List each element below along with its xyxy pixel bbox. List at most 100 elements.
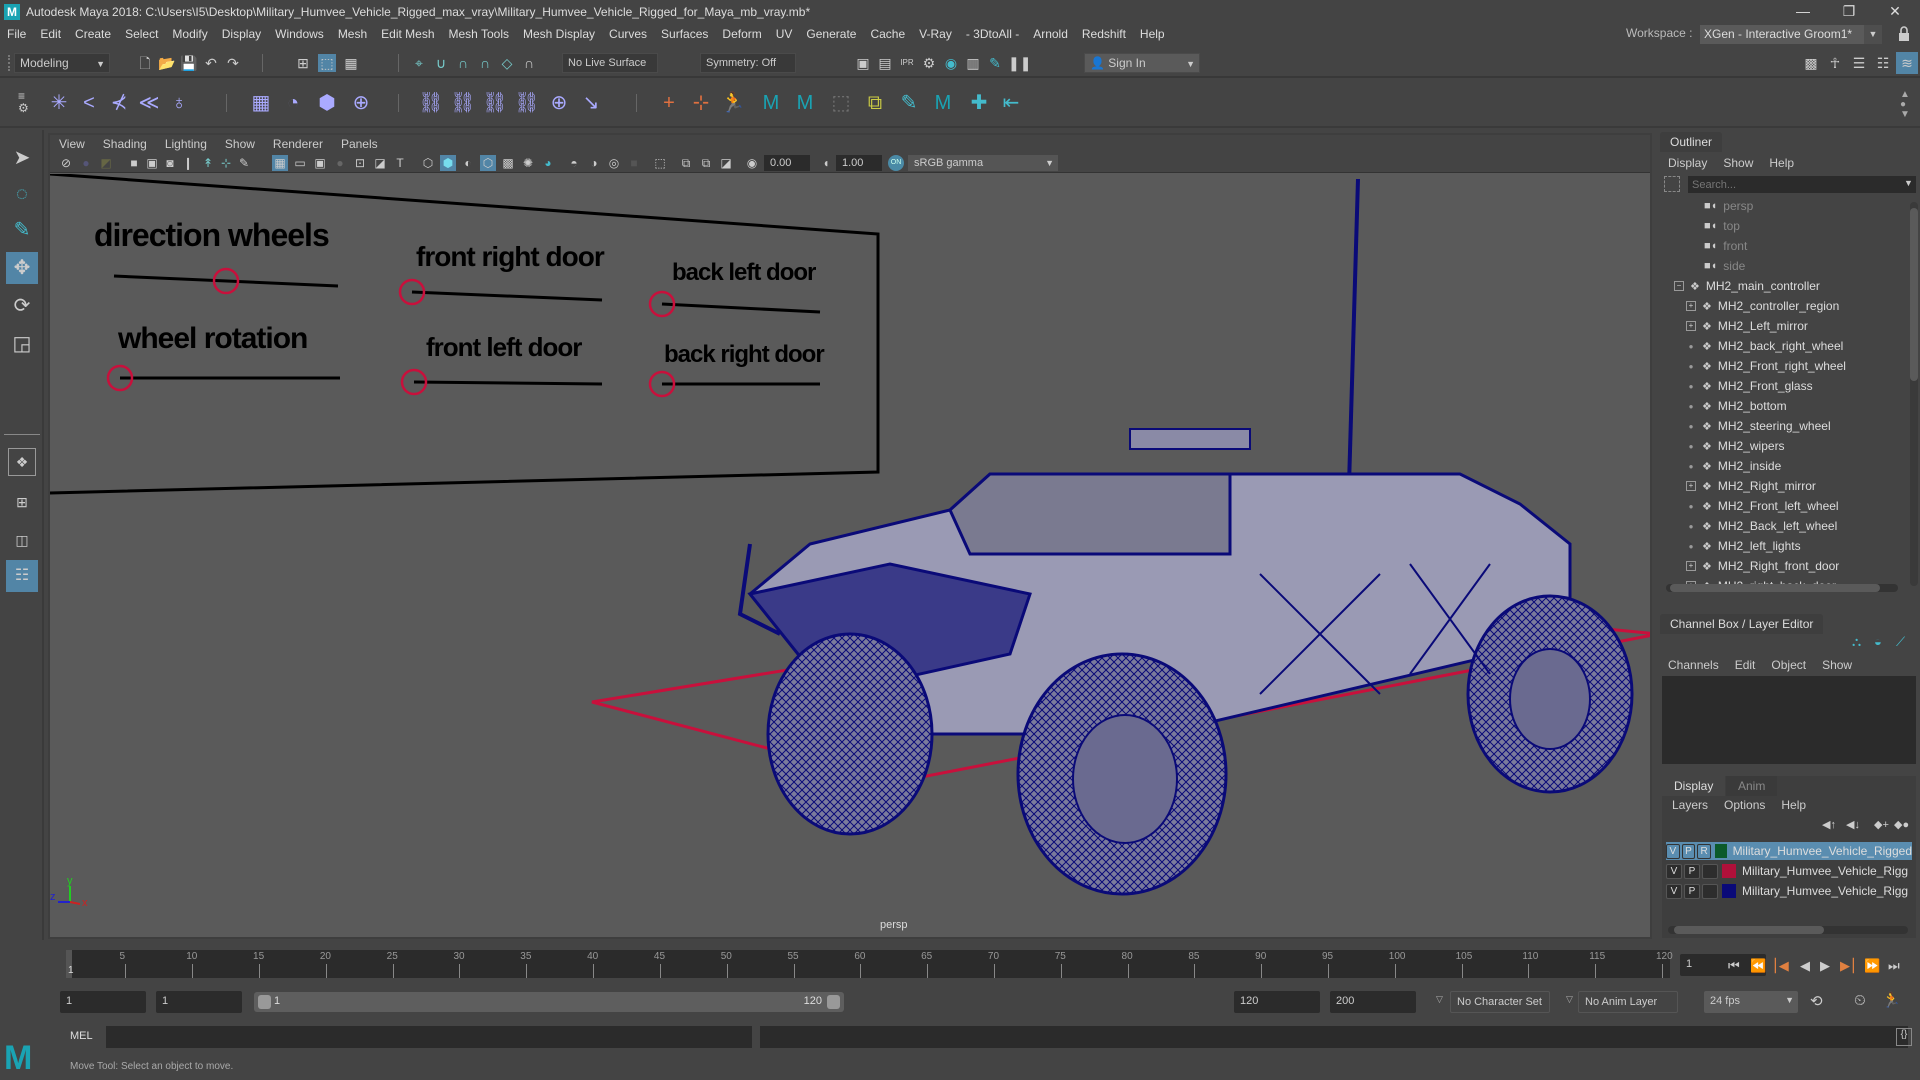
- quick-rig-icon[interactable]: ♁: [166, 90, 192, 116]
- paint-select-tool-icon[interactable]: ✎: [6, 214, 38, 246]
- rotate-tool-icon[interactable]: ⟳: [6, 290, 38, 322]
- menu-mesh-display[interactable]: Mesh Display: [516, 27, 602, 41]
- anim-layer-dropdown[interactable]: No Anim Layer: [1578, 991, 1678, 1013]
- viewport-menu-panels[interactable]: Panels: [332, 137, 387, 151]
- mel-command-input[interactable]: [106, 1026, 752, 1048]
- menu-cache[interactable]: Cache: [863, 27, 912, 41]
- rig-slider-control[interactable]: back left door: [648, 259, 821, 318]
- expand-icon[interactable]: +: [1686, 481, 1696, 491]
- outliner-menu-display[interactable]: Display: [1668, 156, 1707, 170]
- animation-preferences-icon[interactable]: 🏃: [1882, 991, 1901, 1009]
- viewport-menu-shading[interactable]: Shading: [94, 137, 156, 151]
- animation-start-field[interactable]: 1: [60, 991, 146, 1013]
- loop-icon[interactable]: ⟲: [1810, 992, 1823, 1010]
- outliner-tab[interactable]: Outliner: [1660, 132, 1723, 152]
- bookmark-icon[interactable]: ◩: [98, 155, 114, 171]
- menu-uv[interactable]: UV: [769, 27, 800, 41]
- menu-redshift[interactable]: Redshift: [1075, 27, 1133, 41]
- channel-box-menu-object[interactable]: Object: [1771, 658, 1806, 672]
- ik-spline-icon[interactable]: ⊀: [106, 90, 132, 116]
- persp-outliner-layout-icon[interactable]: ◫: [6, 524, 38, 556]
- lattice-icon[interactable]: ⬢: [314, 90, 340, 116]
- move-tool-icon[interactable]: ✥: [6, 252, 38, 284]
- snap-live-icon[interactable]: ∩: [520, 54, 538, 72]
- viewport-menu-lighting[interactable]: Lighting: [156, 137, 216, 151]
- render-frame-icon[interactable]: ▣: [854, 54, 872, 72]
- render-setup-icon[interactable]: ✎: [986, 54, 1004, 72]
- rig-slider-control[interactable]: back right door: [648, 341, 825, 398]
- sign-in-button[interactable]: 👤 Sign In ▼: [1084, 53, 1200, 73]
- layer-visibility-toggle[interactable]: V: [1666, 883, 1682, 899]
- channel-box-area[interactable]: [1662, 676, 1916, 764]
- layer-row[interactable]: V P R Military_Humvee_Vehicle_Rigged: [1666, 842, 1912, 860]
- bookmark-icon[interactable]: ❙: [180, 155, 196, 171]
- layer-reference-toggle[interactable]: [1702, 883, 1718, 899]
- menu-surfaces[interactable]: Surfaces: [654, 27, 715, 41]
- step-forward-key-icon[interactable]: ⏩: [1864, 958, 1880, 974]
- align-icon[interactable]: ⇤: [998, 90, 1024, 116]
- camera-icon[interactable]: ■: [126, 155, 142, 171]
- gamma-field[interactable]: 1.00: [836, 155, 882, 171]
- humvee-wireframe-model[interactable]: [737, 178, 1634, 896]
- bookmark-icon[interactable]: ✚: [966, 90, 992, 116]
- screen-space-ao-icon[interactable]: ◓: [566, 155, 582, 171]
- workspace-dropdown[interactable]: XGen - Interactive Groom1*: [1700, 25, 1882, 44]
- outliner-horizontal-scrollbar[interactable]: [1666, 584, 1898, 592]
- character-set-dropdown[interactable]: No Character Set: [1450, 991, 1550, 1013]
- time-slider-track[interactable]: 1 5 10 15 20 25 30 35 40 45 50 55 60 65 70 75 80 85 90 95 1…: [66, 950, 1673, 978]
- minimize-button[interactable]: —: [1780, 0, 1826, 23]
- outliner-item[interactable]: ● ❖ MH2_back_right_wheel: [1686, 336, 1844, 356]
- outliner-item[interactable]: + ❖ MH2_Right_front_door: [1686, 556, 1839, 576]
- tab-anim[interactable]: Anim: [1726, 776, 1778, 796]
- color-management-toggle[interactable]: ON: [888, 155, 904, 171]
- expand-icon[interactable]: +: [1686, 301, 1696, 311]
- single-perspective-layout-icon[interactable]: ❖: [8, 448, 36, 476]
- layer-playback-toggle[interactable]: P: [1684, 883, 1700, 899]
- play-backwards-icon[interactable]: ◀: [1800, 958, 1810, 974]
- modeling-toolkit-icon[interactable]: ▩: [1802, 54, 1820, 72]
- ipr-render-icon[interactable]: IPR: [898, 54, 916, 72]
- playback-end-field[interactable]: 120: [1234, 991, 1320, 1013]
- grid-icon[interactable]: ▦: [272, 155, 288, 171]
- camera-tumble-icon[interactable]: ◙: [162, 155, 178, 171]
- textured-icon[interactable]: ▩: [500, 155, 516, 171]
- step-forward-frame-icon[interactable]: ▶⎮: [1840, 958, 1857, 974]
- camera-attributes-icon[interactable]: ●: [78, 155, 94, 171]
- use-all-lights-icon[interactable]: ✺: [520, 155, 536, 171]
- field-chart-icon[interactable]: ⊡: [352, 155, 368, 171]
- menu-set-dropdown[interactable]: Modeling ▼: [14, 53, 110, 73]
- safe-title-icon[interactable]: T: [392, 155, 408, 171]
- scale-tool-icon[interactable]: ◲: [6, 328, 38, 360]
- isolate-select-icon[interactable]: ⬚: [652, 155, 668, 171]
- range-start-handle[interactable]: [258, 995, 271, 1009]
- channel-box-tab[interactable]: Channel Box / Layer Editor: [1660, 614, 1824, 634]
- human-ik-icon[interactable]: ☥: [1826, 54, 1844, 72]
- cluster-icon[interactable]: ⊕: [348, 90, 374, 116]
- menu-arnold[interactable]: Arnold: [1026, 27, 1075, 41]
- viewport-menu-show[interactable]: Show: [216, 137, 264, 151]
- script-editor-icon[interactable]: {}: [1896, 1028, 1912, 1046]
- outliner-item[interactable]: ● ❖ MH2_left_lights: [1686, 536, 1801, 556]
- xray-components-icon[interactable]: ◪: [718, 155, 734, 171]
- menu-help[interactable]: Help: [1133, 27, 1172, 41]
- outliner-item[interactable]: ● ❖ MH2_steering_wheel: [1686, 416, 1831, 436]
- go-to-end-icon[interactable]: ⏭: [1888, 958, 1900, 974]
- layer-row[interactable]: V P Military_Humvee_Vehicle_Rigg: [1666, 862, 1912, 880]
- drag-handle[interactable]: [8, 55, 12, 71]
- set-key-icon[interactable]: +: [656, 90, 682, 116]
- rig-slider-control[interactable]: wheel rotation: [106, 322, 340, 392]
- shadows-icon[interactable]: ◕: [540, 155, 556, 171]
- layer-playback-toggle[interactable]: P: [1681, 843, 1696, 859]
- parent-constraint-icon[interactable]: ⛓: [418, 90, 444, 116]
- xray-icon[interactable]: ⧉: [678, 155, 694, 171]
- layer-row[interactable]: V P Military_Humvee_Vehicle_Rigg: [1666, 882, 1912, 900]
- manipulator-icon[interactable]: ⛬: [1852, 634, 1861, 650]
- bind-skin-icon[interactable]: ▦: [248, 90, 274, 116]
- outliner-item[interactable]: ■◖ persp: [1704, 196, 1753, 216]
- outliner-vertical-scrollbar[interactable]: [1910, 202, 1918, 586]
- select-hierarchy-icon[interactable]: ⊞: [294, 54, 312, 72]
- render-sequence-icon[interactable]: ▤: [876, 54, 894, 72]
- select-component-icon[interactable]: ▦: [342, 54, 360, 72]
- outliner-item[interactable]: + ❖ MH2_controller_region: [1686, 296, 1839, 316]
- outliner-item[interactable]: ■◖ top: [1704, 216, 1740, 236]
